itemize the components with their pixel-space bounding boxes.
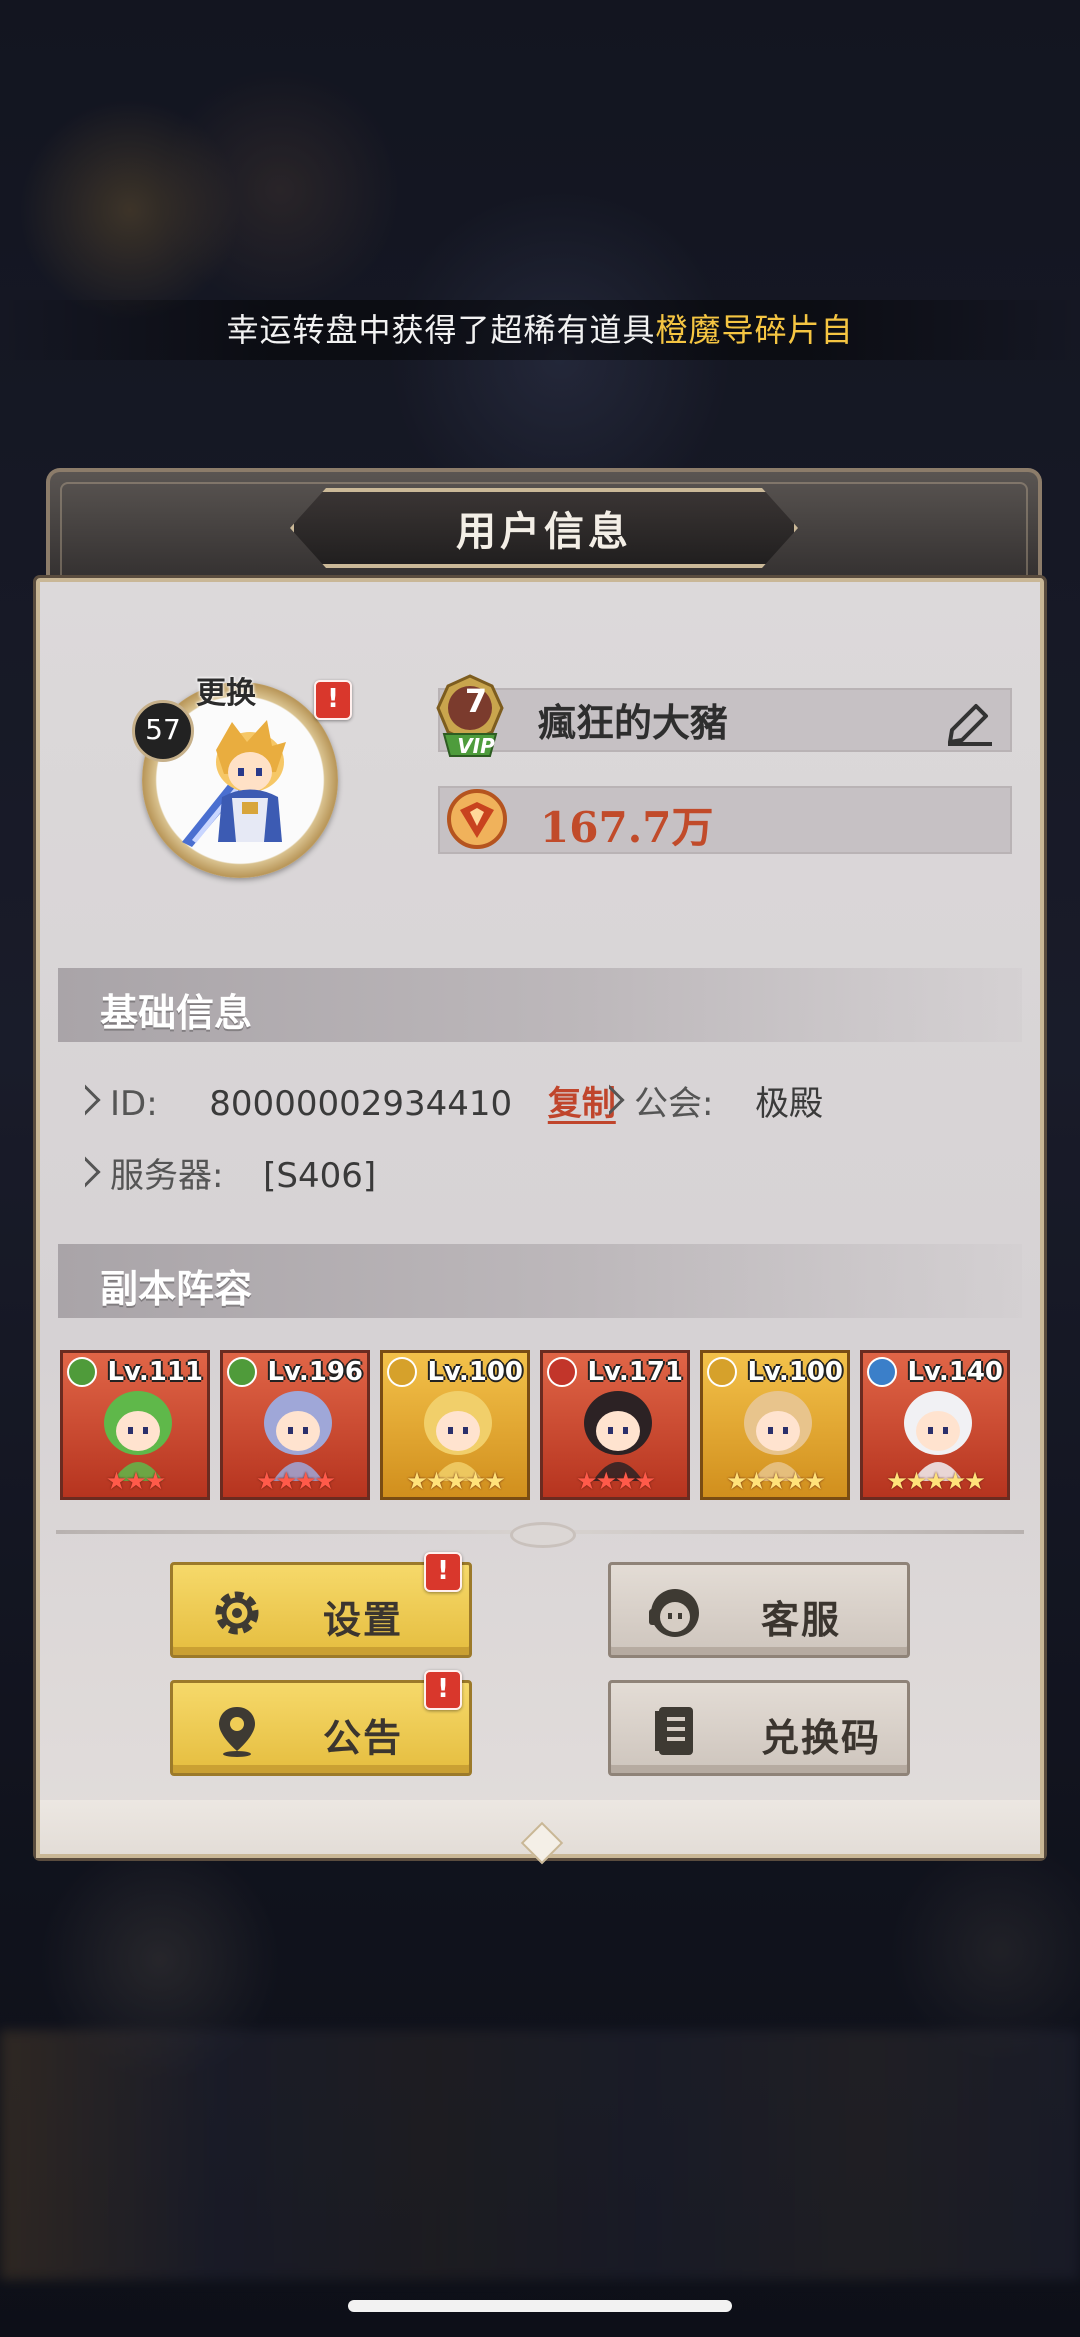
avatar-change-label[interactable]: 更换 bbox=[196, 668, 256, 712]
divider-ornament bbox=[510, 1522, 576, 1548]
hero-portrait-icon bbox=[904, 1391, 972, 1481]
hero-card[interactable]: Lv.100 ★★★★★ bbox=[700, 1350, 850, 1500]
redeem-code-button[interactable]: 兑换码 bbox=[608, 1680, 910, 1776]
hero-stars: ★★★★ bbox=[543, 1467, 687, 1495]
hero-card[interactable]: Lv.111 ★★★ bbox=[60, 1350, 210, 1500]
guild-value: 极殿 bbox=[755, 1084, 824, 1124]
power-icon bbox=[447, 789, 507, 849]
ticker-text: 幸运转盘中获得了超稀有道具 bbox=[226, 311, 656, 349]
server-label: 服务器: bbox=[110, 1156, 224, 1196]
star-icon: ★ bbox=[765, 1467, 786, 1495]
settings-label: 设置 bbox=[323, 1598, 404, 1642]
star-icon: ★ bbox=[595, 1467, 616, 1495]
bullet-icon bbox=[69, 1156, 101, 1188]
player-level-badge: 57 bbox=[132, 700, 194, 762]
star-icon: ★ bbox=[804, 1467, 825, 1495]
hero-stars: ★★★ bbox=[63, 1467, 207, 1495]
star-icon: ★ bbox=[964, 1467, 985, 1495]
id-value: 80000002934410 bbox=[209, 1084, 513, 1124]
star-icon: ★ bbox=[784, 1467, 806, 1495]
star-icon: ★ bbox=[445, 1467, 466, 1495]
headset-icon bbox=[649, 1589, 699, 1637]
star-icon: ★ bbox=[255, 1467, 277, 1495]
announcement-ticker: 幸运转盘中获得了超稀有道具橙魔导碎片自 bbox=[0, 300, 1080, 360]
star-icon: ★ bbox=[745, 1467, 767, 1495]
star-icon: ★ bbox=[886, 1467, 907, 1495]
hero-portrait-icon bbox=[104, 1391, 172, 1481]
hero-level: Lv.140 bbox=[907, 1357, 1003, 1387]
section-lineup-title: 副本阵容 bbox=[100, 1267, 253, 1311]
support-button[interactable]: 客服 bbox=[608, 1562, 910, 1658]
section-basic-info: 基础信息 bbox=[58, 968, 1022, 1042]
panel-title: 用户信息 bbox=[456, 509, 632, 555]
star-icon: ★ bbox=[925, 1467, 946, 1495]
star-icon: ★ bbox=[575, 1467, 597, 1495]
star-icon: ★ bbox=[726, 1467, 747, 1495]
guild-label: 公会: bbox=[634, 1084, 714, 1124]
notice-alert-badge: ! bbox=[424, 1670, 462, 1710]
edit-icon[interactable] bbox=[944, 696, 996, 746]
star-icon: ★ bbox=[125, 1467, 146, 1495]
star-icon: ★ bbox=[615, 1467, 636, 1495]
hero-portrait-icon bbox=[424, 1391, 492, 1481]
gear-icon bbox=[215, 1591, 259, 1635]
id-label: ID: bbox=[110, 1084, 158, 1124]
notice-label: 公告 bbox=[323, 1716, 404, 1760]
home-indicator[interactable] bbox=[348, 2300, 732, 2312]
hero-portrait-icon bbox=[584, 1391, 652, 1481]
hero-card[interactable]: Lv.196 ★★★★ bbox=[220, 1350, 370, 1500]
hero-card[interactable]: Lv.140 ★★★★★ bbox=[860, 1350, 1010, 1500]
star-icon: ★ bbox=[105, 1467, 127, 1495]
hero-stars: ★★★★★ bbox=[383, 1467, 527, 1495]
power-value: 167.7万 bbox=[540, 803, 714, 852]
power-bar bbox=[438, 786, 1012, 854]
id-row: ID: 80000002934410 复制 bbox=[69, 1076, 616, 1125]
hero-level: Lv.196 bbox=[267, 1357, 363, 1387]
vip-level: 7 bbox=[464, 682, 488, 720]
guild-row: 公会: 极殿 bbox=[593, 1076, 824, 1125]
hero-stars: ★★★★★ bbox=[863, 1467, 1007, 1495]
hero-level: Lv.171 bbox=[587, 1357, 683, 1387]
hero-card[interactable]: Lv.171 ★★★★ bbox=[540, 1350, 690, 1500]
server-row: 服务器: [S406] bbox=[69, 1148, 377, 1197]
bullet-icon bbox=[593, 1084, 625, 1116]
star-icon: ★ bbox=[634, 1467, 656, 1495]
hero-level: Lv.111 bbox=[107, 1357, 203, 1387]
star-icon: ★ bbox=[314, 1467, 336, 1495]
avatar-alert-badge: ! bbox=[314, 680, 352, 720]
server-value: [S406] bbox=[263, 1156, 377, 1196]
player-name: 瘋狂的大豬 bbox=[538, 701, 729, 745]
bullet-icon bbox=[69, 1084, 101, 1116]
section-lineup: 副本阵容 bbox=[58, 1244, 1022, 1318]
redeem-code-label: 兑换码 bbox=[761, 1716, 882, 1760]
hero-stars: ★★★★ bbox=[223, 1467, 367, 1495]
ticker-highlight: 橙魔导碎片自 bbox=[655, 311, 854, 349]
star-icon: ★ bbox=[905, 1467, 927, 1495]
hero-level: Lv.100 bbox=[747, 1357, 843, 1387]
settings-alert-badge: ! bbox=[424, 1552, 462, 1592]
star-icon: ★ bbox=[406, 1467, 427, 1495]
panel-title-plate: 用户信息 bbox=[290, 488, 798, 568]
hero-portrait-icon bbox=[744, 1391, 812, 1481]
book-icon bbox=[655, 1707, 693, 1755]
hero-portrait-icon bbox=[264, 1391, 332, 1481]
star-icon: ★ bbox=[295, 1467, 316, 1495]
hero-level: Lv.100 bbox=[427, 1357, 523, 1387]
hero-lineup: Lv.111 ★★★ Lv.196 ★★★★ Lv.100 ★★★★★ Lv.171 ★★★★… bbox=[60, 1350, 1020, 1502]
section-basic-info-title: 基础信息 bbox=[100, 991, 253, 1035]
star-icon: ★ bbox=[275, 1467, 296, 1495]
star-icon: ★ bbox=[484, 1467, 505, 1495]
vip-label: VIP bbox=[457, 734, 495, 758]
star-icon: ★ bbox=[425, 1467, 447, 1495]
map-pin-icon bbox=[219, 1707, 255, 1757]
hero-card[interactable]: Lv.100 ★★★★★ bbox=[380, 1350, 530, 1500]
hero-stars: ★★★★★ bbox=[703, 1467, 847, 1495]
star-icon: ★ bbox=[464, 1467, 486, 1495]
star-icon: ★ bbox=[944, 1467, 966, 1495]
support-label: 客服 bbox=[761, 1598, 842, 1642]
star-icon: ★ bbox=[144, 1467, 166, 1495]
